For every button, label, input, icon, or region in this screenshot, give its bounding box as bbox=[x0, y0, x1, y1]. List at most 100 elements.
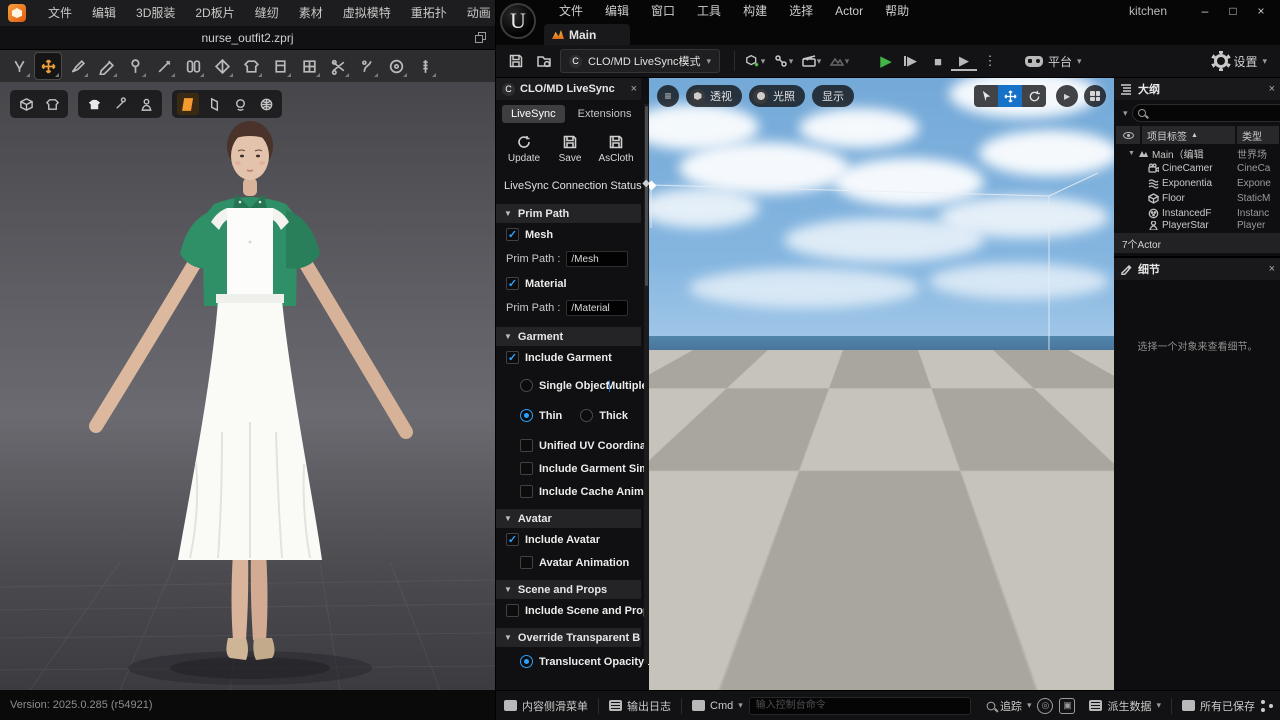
platforms-dropdown[interactable]: 平台 ▾ bbox=[1025, 53, 1082, 70]
outliner-search[interactable]: ▾ bbox=[1132, 104, 1280, 122]
checkbox-checked-icon[interactable]: ✓ bbox=[506, 277, 519, 290]
checkbox-unchecked-icon[interactable] bbox=[520, 556, 533, 569]
md-3d-viewport[interactable] bbox=[0, 82, 495, 690]
show-dropdown[interactable]: 显示 bbox=[812, 85, 854, 107]
outliner-row-main[interactable]: ▼ Main（编辑 世界场 bbox=[1114, 146, 1280, 161]
material-path-input[interactable] bbox=[566, 300, 628, 316]
show-2d-pattern-icon[interactable] bbox=[41, 93, 63, 115]
show-3d-garment-icon[interactable] bbox=[15, 93, 37, 115]
brush-tool-button[interactable] bbox=[64, 53, 90, 79]
paint-tool-button[interactable] bbox=[93, 53, 119, 79]
outliner-row-cinecamera[interactable]: CineCamer CineCa bbox=[1114, 161, 1280, 176]
outliner-row-floor[interactable]: Floor StaticM bbox=[1114, 191, 1280, 206]
select-tool-button[interactable] bbox=[6, 53, 32, 79]
rotate-tool[interactable] bbox=[1022, 85, 1046, 107]
ascloth-button[interactable]: AsCloth bbox=[596, 134, 636, 164]
ue-menu-window[interactable]: 窗口 bbox=[640, 0, 686, 22]
trace-dropdown[interactable]: 追踪 ▾ bbox=[987, 698, 1032, 714]
frame-skip-button[interactable]: ▶ bbox=[899, 49, 925, 73]
output-log-button[interactable]: 输出日志 bbox=[609, 698, 671, 714]
expand-toolbar-icon[interactable]: ▸ bbox=[1056, 85, 1078, 107]
zipper-tool-button[interactable] bbox=[412, 53, 438, 79]
type-column[interactable]: 类型 bbox=[1237, 126, 1279, 144]
md-menu-sewing[interactable]: 缝纫 bbox=[245, 0, 289, 26]
show-garment-icon[interactable] bbox=[83, 93, 105, 115]
minimize-button[interactable]: – bbox=[1191, 1, 1219, 21]
section-prim-path[interactable]: ▼ Prim Path bbox=[496, 204, 641, 223]
save-usd-button[interactable]: Save bbox=[550, 134, 590, 164]
select-tool[interactable] bbox=[974, 85, 998, 107]
ue-menu-file[interactable]: 文件 bbox=[548, 0, 594, 22]
source-control-status[interactable]: 所有已保存 bbox=[1182, 698, 1255, 714]
livesync-panel-header[interactable]: C CLO/MD LiveSync × bbox=[496, 78, 641, 100]
md-project-tab[interactable]: nurse_outfit2.zprj bbox=[201, 31, 293, 45]
close-button[interactable]: × bbox=[1247, 1, 1275, 21]
cut-tool-button[interactable] bbox=[325, 53, 351, 79]
blueprints-button[interactable]: ▾ bbox=[771, 49, 795, 73]
maximize-button[interactable]: □ bbox=[1219, 1, 1247, 21]
derived-data-dropdown[interactable]: 派生数据 ▾ bbox=[1089, 698, 1161, 714]
add-actor-button[interactable]: ▾ bbox=[743, 49, 767, 73]
md-app-logo-icon[interactable] bbox=[8, 4, 26, 22]
browse-content-button[interactable] bbox=[532, 49, 556, 73]
include-garment-sim-row[interactable]: Include Garment Simul bbox=[496, 457, 649, 480]
show-head-icon[interactable] bbox=[229, 93, 251, 115]
checkbox-unchecked-icon[interactable] bbox=[506, 604, 519, 617]
outliner-row-playerstart[interactable]: PlayerStar Player bbox=[1114, 221, 1280, 230]
pin-tool-button[interactable] bbox=[122, 53, 148, 79]
include-scene-row[interactable]: Include Scene and Prop bbox=[496, 599, 649, 622]
ue-menu-actor[interactable]: Actor bbox=[824, 0, 874, 22]
label-column[interactable]: 项目标签 ▲ bbox=[1142, 126, 1235, 144]
show-fabric-icon[interactable] bbox=[177, 93, 199, 115]
checkbox-checked-icon[interactable]: ✓ bbox=[506, 533, 519, 546]
ue-menu-build[interactable]: 构建 bbox=[732, 0, 778, 22]
pattern-tool-button[interactable] bbox=[180, 53, 206, 79]
cinematics-button[interactable]: ▾ bbox=[799, 49, 823, 73]
cmd-dropdown[interactable]: Cmd ▾ bbox=[692, 700, 743, 712]
stop-button[interactable]: ■ bbox=[925, 49, 951, 73]
mesh-checkbox-row[interactable]: ✓ Mesh bbox=[496, 223, 649, 246]
section-scene-props[interactable]: ▼ Scene and Props bbox=[496, 580, 641, 599]
outliner-search-input[interactable] bbox=[1149, 108, 1280, 119]
content-drawer-button[interactable]: 内容侧滑菜单 bbox=[504, 698, 588, 714]
md-menu-animation[interactable]: 动画 bbox=[457, 0, 495, 26]
close-icon[interactable]: × bbox=[1269, 263, 1275, 275]
md-menu-avatar[interactable]: 虚拟模特 bbox=[333, 0, 401, 26]
outliner-header[interactable]: 大纲 × bbox=[1114, 78, 1280, 100]
outliner-row-instanced[interactable]: InstancedF Instanc bbox=[1114, 206, 1280, 221]
show-wireframe-icon[interactable] bbox=[255, 93, 277, 115]
radio-single-object[interactable] bbox=[520, 379, 533, 392]
save-button[interactable] bbox=[504, 49, 528, 73]
details-header[interactable]: 细节 × bbox=[1114, 258, 1280, 280]
md-menu-2d-pattern[interactable]: 2D板片 bbox=[185, 0, 244, 26]
screenshot-icon[interactable]: ▣ bbox=[1059, 698, 1075, 714]
flatten-tool-button[interactable] bbox=[209, 53, 235, 79]
revision-control-icon[interactable] bbox=[1261, 700, 1273, 712]
material-checkbox-row[interactable]: ✓ Material bbox=[496, 272, 649, 295]
update-button[interactable]: Update bbox=[504, 134, 544, 164]
ue-menu-edit[interactable]: 编辑 bbox=[594, 0, 640, 22]
mesh-path-input[interactable] bbox=[566, 251, 628, 267]
md-menu-3d-garment[interactable]: 3D服装 bbox=[126, 0, 185, 26]
avatar-animation-row[interactable]: Avatar Animation bbox=[496, 551, 649, 574]
md-menu-file[interactable]: 文件 bbox=[38, 0, 82, 26]
ue-menu-select[interactable]: 选择 bbox=[778, 0, 824, 22]
include-garment-row[interactable]: ✓ Include Garment bbox=[496, 346, 649, 369]
play-options-kebab[interactable]: ⋮ bbox=[977, 49, 1003, 73]
include-avatar-row[interactable]: ✓ Include Avatar bbox=[496, 528, 649, 551]
unified-uv-row[interactable]: Unified UV Coordinates bbox=[496, 427, 649, 457]
drape-tool-button[interactable] bbox=[267, 53, 293, 79]
show-avatar-icon[interactable] bbox=[135, 93, 157, 115]
radio-translucent-opacity[interactable] bbox=[520, 655, 533, 668]
md-menu-material[interactable]: 素材 bbox=[289, 0, 333, 26]
checkbox-checked-icon[interactable]: ✓ bbox=[506, 351, 519, 364]
section-avatar[interactable]: ▼ Avatar bbox=[496, 509, 641, 528]
close-icon[interactable]: × bbox=[631, 83, 637, 95]
section-garment[interactable]: ▼ Garment bbox=[496, 327, 641, 346]
sew-tool-button[interactable] bbox=[354, 53, 380, 79]
section-override-transparent[interactable]: ▼ Override Transparent B bbox=[496, 628, 641, 647]
landscape-button[interactable]: ▾ bbox=[827, 49, 851, 73]
grid-tool-button[interactable] bbox=[296, 53, 322, 79]
level-viewport[interactable]: z x ≡ 透视 光照 显示 bbox=[649, 78, 1114, 690]
close-icon[interactable]: × bbox=[1269, 83, 1275, 95]
